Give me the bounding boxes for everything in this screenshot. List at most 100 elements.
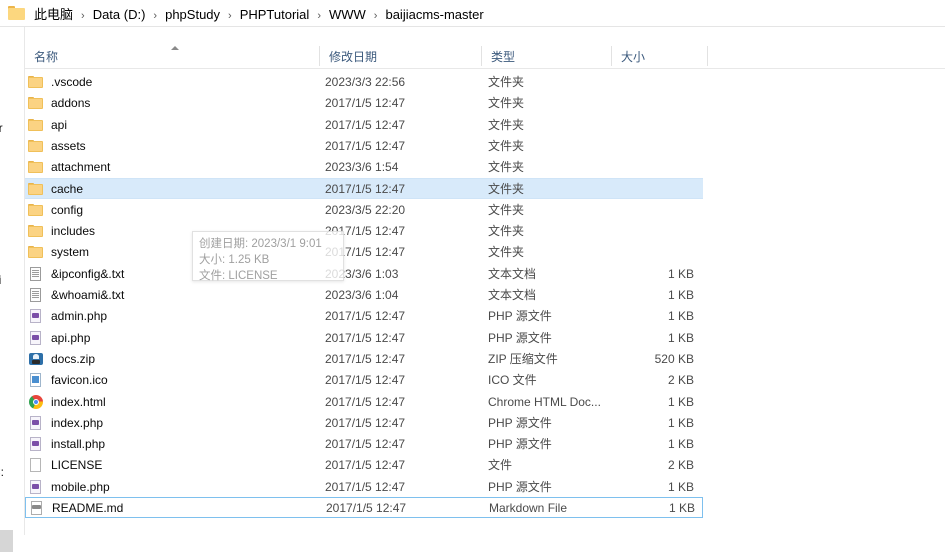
column-header-type[interactable]: 类型 xyxy=(482,43,612,69)
file-row[interactable]: api.php 2017/1/5 12:47 PHP 源文件 1 KB xyxy=(25,327,703,348)
nav-pane-item[interactable] xyxy=(0,75,2,89)
file-name-label: api.php xyxy=(51,330,91,345)
file-size-cell: 1 KB xyxy=(667,266,694,281)
file-row[interactable]: docs.zip 2017/1/5 12:47 ZIP 压缩文件 520 KB xyxy=(25,348,703,369)
file-name-cell[interactable]: config xyxy=(25,202,320,218)
file-row[interactable]: config 2023/3/5 22:20 文件夹 xyxy=(25,199,703,220)
ascending-sort-caret-icon xyxy=(171,46,179,50)
breadcrumb: 此电脑 › Data (D:) › phpStudy › PHPTutorial › WWW › b… xyxy=(33,4,485,23)
file-row[interactable]: favicon.ico 2017/1/5 12:47 ICO 文件 2 KB xyxy=(25,369,703,390)
folder-icon xyxy=(28,244,44,260)
file-type-cell: 文件夹 xyxy=(488,224,525,238)
file-size-cell: 2 KB xyxy=(667,457,694,472)
file-name-cell[interactable]: cache xyxy=(25,181,320,197)
breadcrumb-item[interactable]: PHPTutorial xyxy=(239,5,311,24)
file-row[interactable]: admin.php 2017/1/5 12:47 PHP 源文件 1 KB xyxy=(25,305,703,326)
address-bar[interactable]: 此电脑 › Data (D:) › phpStudy › PHPTutorial › WWW › b… xyxy=(0,0,945,26)
file-row[interactable]: mobile.php 2017/1/5 12:47 PHP 源文件 1 KB xyxy=(25,476,703,497)
breadcrumb-item[interactable]: baijiacms-master xyxy=(384,5,484,24)
file-row[interactable]: .vscode 2023/3/3 22:56 文件夹 xyxy=(25,71,703,92)
file-date-cell: 2023/3/3 22:56 xyxy=(325,74,406,89)
address-bar-divider xyxy=(0,26,945,27)
file-name-cell[interactable]: api xyxy=(25,117,320,133)
file-name-label: favicon.ico xyxy=(51,372,108,387)
file-row[interactable]: cache 2017/1/5 12:47 文件夹 xyxy=(25,178,703,199)
breadcrumb-separator[interactable]: › xyxy=(310,10,328,22)
file-name-cell[interactable]: index.php xyxy=(25,415,320,431)
column-header-date-label: 修改日期 xyxy=(329,49,378,64)
breadcrumb-item[interactable]: WWW xyxy=(328,5,367,24)
file-name-cell[interactable]: install.php xyxy=(25,436,320,452)
file-row[interactable]: attachment 2023/3/6 1:54 文件夹 xyxy=(25,156,703,177)
file-name-cell[interactable]: index.html xyxy=(25,394,320,410)
file-name-cell[interactable]: &whoami&.txt xyxy=(25,287,320,303)
file-row[interactable]: install.php 2017/1/5 12:47 PHP 源文件 1 KB xyxy=(25,433,703,454)
file-name-cell[interactable]: api.php xyxy=(25,330,320,346)
file-row[interactable]: addons 2017/1/5 12:47 文件夹 xyxy=(25,92,703,113)
file-name-cell[interactable]: &ipconfig&.txt xyxy=(25,266,320,282)
file-date-cell: 2017/1/5 12:47 xyxy=(325,95,406,110)
nav-pane-item[interactable]: ni xyxy=(0,273,1,287)
file-name-cell[interactable]: .vscode xyxy=(25,74,320,90)
navigation-pane[interactable]: er ni C: xyxy=(0,27,24,552)
pin-icon xyxy=(0,96,2,110)
folder-icon xyxy=(28,159,44,175)
file-name-cell[interactable]: README.md xyxy=(26,500,321,516)
file-name-cell[interactable]: addons xyxy=(25,95,320,111)
file-name-label: attachment xyxy=(51,159,111,174)
breadcrumb-item[interactable]: 此电脑 xyxy=(33,5,74,24)
nav-pane-item[interactable] xyxy=(0,33,2,47)
breadcrumb-separator[interactable]: › xyxy=(221,10,239,22)
breadcrumb-separator[interactable]: › xyxy=(146,10,164,22)
file-name-cell[interactable]: LICENSE xyxy=(25,457,320,473)
file-name-label: assets xyxy=(51,138,86,153)
file-size-cell: 1 KB xyxy=(667,308,694,323)
file-row[interactable]: system 2017/1/5 12:47 文件夹 xyxy=(25,241,703,262)
breadcrumb-separator[interactable]: › xyxy=(367,10,385,22)
file-row[interactable]: &whoami&.txt 2023/3/6 1:04 文本文档 1 KB xyxy=(25,284,703,305)
nav-pane-item[interactable] xyxy=(0,96,2,110)
file-row[interactable]: includes 2017/1/5 12:47 文件夹 xyxy=(25,220,703,241)
file-list[interactable]: .vscode 2023/3/3 22:56 文件夹 addons 2017/1/5 1… xyxy=(25,71,945,531)
file-row[interactable]: index.html 2017/1/5 12:47 Chrome HTML Doc.… xyxy=(25,391,703,412)
file-name-cell[interactable]: favicon.ico xyxy=(25,372,320,388)
breadcrumb-item[interactable]: Data (D:) xyxy=(92,5,147,24)
breadcrumb-separator[interactable]: › xyxy=(74,10,92,22)
file-name-cell[interactable]: attachment xyxy=(25,159,320,175)
file-name-cell[interactable]: mobile.php xyxy=(25,479,320,495)
file-name-cell[interactable]: assets xyxy=(25,138,320,154)
folder-icon xyxy=(28,202,44,218)
column-header-size[interactable]: 大小 xyxy=(612,43,708,69)
column-header-row: 名称 修改日期 类型 大小 xyxy=(25,43,945,69)
nav-pane-item[interactable] xyxy=(0,54,2,68)
file-row[interactable]: assets 2017/1/5 12:47 文件夹 xyxy=(25,135,703,156)
navigation-pane-scrollbar[interactable] xyxy=(0,530,13,552)
file-name-cell[interactable]: includes xyxy=(25,223,320,239)
nav-pane-item[interactable]: er xyxy=(0,121,3,135)
file-size-cell: 2 KB xyxy=(667,372,694,387)
file-row[interactable]: api 2017/1/5 12:47 文件夹 xyxy=(25,114,703,135)
pin-icon xyxy=(0,54,2,68)
file-name-cell[interactable]: docs.zip xyxy=(25,351,320,367)
file-name-cell[interactable]: admin.php xyxy=(25,308,320,324)
file-row[interactable]: index.php 2017/1/5 12:47 PHP 源文件 1 KB xyxy=(25,412,703,433)
file-size-cell: 1 KB xyxy=(667,394,694,409)
file-type-cell: 文本文档 xyxy=(488,267,537,281)
file-name-label: api xyxy=(51,117,68,132)
file-name-label: admin.php xyxy=(51,308,108,323)
file-type-cell: PHP 源文件 xyxy=(488,437,552,451)
breadcrumb-item[interactable]: phpStudy xyxy=(164,5,221,24)
markdown-file-icon xyxy=(29,500,45,516)
file-row[interactable]: README.md 2017/1/5 12:47 Markdown File 1 KB xyxy=(25,497,703,518)
file-row[interactable]: &ipconfig&.txt 2023/3/6 1:03 文本文档 1 KB xyxy=(25,263,703,284)
nav-pane-item-label: er xyxy=(0,121,3,135)
file-row[interactable]: LICENSE 2017/1/5 12:47 文件 2 KB xyxy=(25,454,703,475)
file-name-label: cache xyxy=(51,181,84,196)
file-date-cell: 2017/1/5 12:47 xyxy=(325,117,406,132)
file-type-cell: 文件夹 xyxy=(488,118,525,132)
file-type-cell: 文件夹 xyxy=(488,96,525,110)
column-header-empty[interactable] xyxy=(708,43,945,69)
nav-pane-item[interactable]: C: xyxy=(0,465,4,479)
column-header-date-modified[interactable]: 修改日期 xyxy=(320,43,482,69)
file-name-cell[interactable]: system xyxy=(25,244,320,260)
